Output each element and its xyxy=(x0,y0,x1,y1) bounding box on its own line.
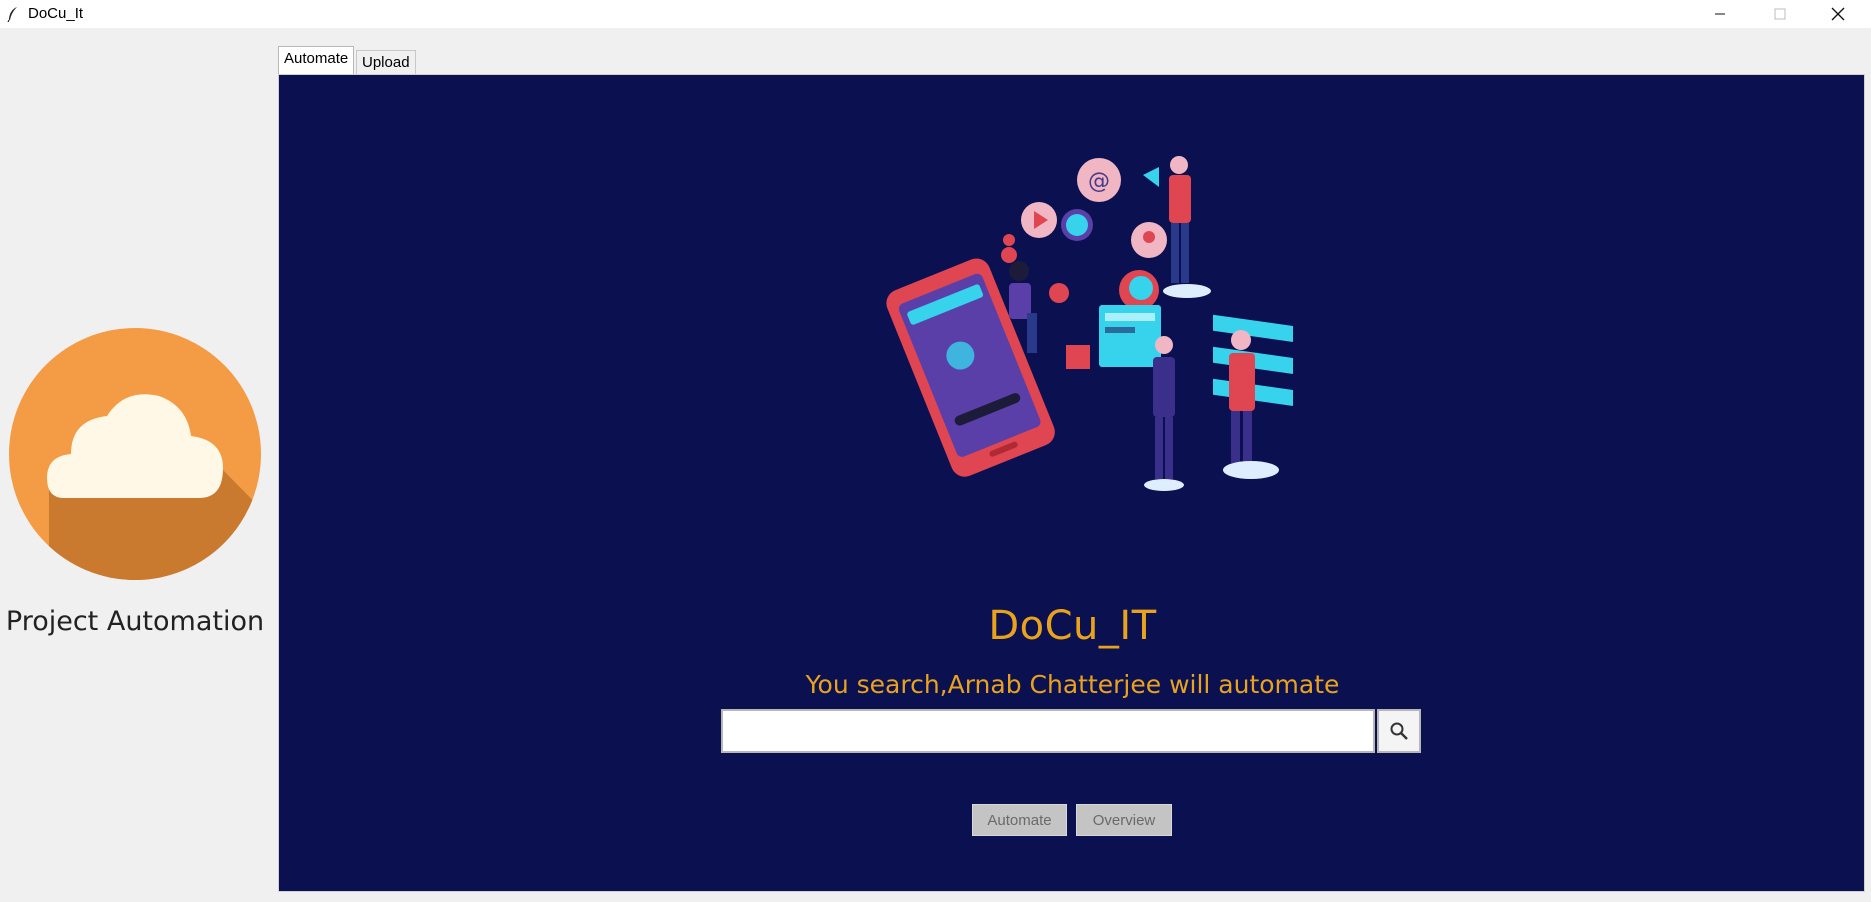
close-icon xyxy=(1831,7,1845,21)
close-button[interactable] xyxy=(1815,0,1861,28)
sidebar: Project Automation xyxy=(0,28,277,902)
app-title: DoCu_IT xyxy=(988,603,1157,649)
minimize-icon xyxy=(1715,13,1725,15)
maximize-icon xyxy=(1774,8,1786,20)
maximize-button[interactable] xyxy=(1757,0,1803,28)
tab-automate[interactable]: Automate xyxy=(278,46,355,74)
feather-icon xyxy=(7,7,17,22)
minimize-button[interactable] xyxy=(1697,0,1743,28)
app-subtitle: You search,Arnab Chatterjee will automat… xyxy=(805,670,1340,699)
window-title: DoCu_It xyxy=(28,5,84,22)
overview-button[interactable]: Overview xyxy=(1076,804,1172,836)
title-bar: DoCu_It xyxy=(0,0,1871,28)
automate-panel: @ DoCu_IT You search,Arnab Chatterjee wi… xyxy=(278,74,1865,892)
tab-upload[interactable]: Upload xyxy=(356,50,416,74)
sidebar-label: Project Automation xyxy=(5,606,265,637)
search-button[interactable] xyxy=(1377,709,1421,753)
search-icon xyxy=(1390,722,1408,740)
cloud-icon xyxy=(9,328,261,580)
social-media-marketing-illustration: @ xyxy=(886,156,1293,491)
svg-text:@: @ xyxy=(1088,169,1110,194)
search-input[interactable] xyxy=(721,709,1375,753)
automate-button[interactable]: Automate xyxy=(972,804,1067,836)
